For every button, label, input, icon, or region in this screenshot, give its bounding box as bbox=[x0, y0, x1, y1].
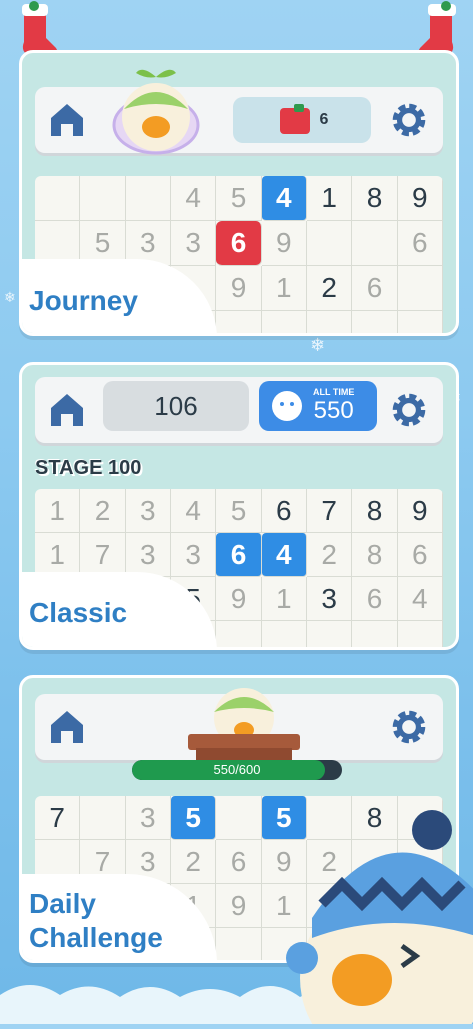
mascot-avatar bbox=[110, 65, 202, 157]
grid-cell[interactable] bbox=[80, 796, 126, 840]
grid-cell[interactable] bbox=[352, 221, 398, 266]
grid-cell[interactable] bbox=[352, 621, 398, 647]
grid-cell[interactable]: 6 bbox=[261, 489, 307, 533]
grid-cell[interactable]: 4 bbox=[261, 176, 307, 221]
mascot-knit-hat bbox=[282, 808, 473, 1029]
grid-cell[interactable] bbox=[398, 621, 443, 647]
journey-panel[interactable]: 6 45418953369649126 Journey bbox=[19, 50, 459, 336]
snowflake-icon: ❄ bbox=[4, 290, 16, 306]
daily-label-line1: Daily bbox=[29, 888, 96, 919]
grid-cell[interactable]: 9 bbox=[397, 489, 443, 533]
settings-gear-icon[interactable] bbox=[387, 98, 431, 142]
all-time-box: ALL TIME 550 bbox=[259, 381, 377, 431]
grid-cell[interactable]: 3 bbox=[125, 533, 171, 577]
all-time-value: 550 bbox=[313, 397, 354, 424]
grid-cell[interactable] bbox=[352, 311, 398, 333]
progress-bar: 550/600 bbox=[132, 760, 342, 780]
classic-topbar: 106 ALL TIME 550 bbox=[35, 377, 443, 443]
all-time-label: ALL TIME bbox=[313, 387, 355, 397]
grid-cell[interactable]: 1 bbox=[35, 489, 81, 533]
grid-cell[interactable] bbox=[216, 796, 262, 840]
grid-cell[interactable] bbox=[216, 621, 262, 647]
grid-cell[interactable]: 3 bbox=[125, 489, 171, 533]
grid-cell[interactable]: 4 bbox=[170, 489, 217, 533]
snowflake-icon: ❄ bbox=[310, 335, 326, 356]
gift-card-icon bbox=[279, 104, 310, 134]
grid-cell[interactable] bbox=[35, 176, 81, 221]
grid-cell[interactable]: 9 bbox=[216, 577, 262, 621]
daily-label-line2: Challenge bbox=[29, 922, 163, 953]
score-box: 106 bbox=[103, 381, 249, 431]
grid-cell[interactable]: 6 bbox=[352, 577, 398, 621]
grid-cell[interactable]: 6 bbox=[216, 840, 262, 884]
grid-cell[interactable]: 3 bbox=[306, 577, 353, 621]
grid-cell[interactable] bbox=[80, 176, 126, 221]
grid-cell[interactable] bbox=[125, 176, 171, 221]
grid-cell[interactable]: 5 bbox=[216, 176, 262, 221]
grid-cell[interactable]: 6 bbox=[397, 221, 443, 266]
settings-gear-icon[interactable] bbox=[387, 388, 431, 432]
grid-cell[interactable]: 7 bbox=[80, 533, 126, 577]
journey-label: Journey bbox=[29, 285, 138, 316]
grid-cell[interactable] bbox=[306, 221, 353, 266]
grid-cell[interactable]: 6 bbox=[216, 221, 262, 266]
grid-cell[interactable]: 6 bbox=[352, 266, 398, 311]
grid-cell[interactable]: 4 bbox=[397, 577, 443, 621]
grid-cell[interactable]: 9 bbox=[397, 176, 443, 221]
grid-cell[interactable]: 6 bbox=[216, 533, 262, 577]
grid-cell[interactable]: 5 bbox=[170, 796, 217, 840]
settings-gear-icon[interactable] bbox=[387, 705, 431, 749]
grid-cell[interactable]: 2 bbox=[306, 533, 353, 577]
grid-cell[interactable]: 4 bbox=[261, 533, 307, 577]
reward-counter: 6 bbox=[233, 97, 371, 143]
stage-label: STAGE 100 bbox=[35, 457, 142, 479]
grid-cell[interactable]: 6 bbox=[397, 533, 443, 577]
grid-cell[interactable] bbox=[262, 311, 307, 333]
grid-cell[interactable]: 2 bbox=[80, 489, 126, 533]
grid-cell[interactable] bbox=[397, 266, 443, 311]
grid-cell[interactable] bbox=[398, 311, 443, 333]
grid-cell[interactable]: 9 bbox=[261, 221, 307, 266]
home-icon[interactable] bbox=[45, 98, 89, 142]
grid-cell[interactable]: 5 bbox=[216, 489, 262, 533]
grid-cell[interactable]: 8 bbox=[352, 489, 398, 533]
home-icon[interactable] bbox=[45, 705, 89, 749]
grid-cell[interactable]: 3 bbox=[170, 221, 217, 266]
grid-cell[interactable]: 7 bbox=[306, 489, 353, 533]
grid-cell[interactable]: 9 bbox=[216, 266, 262, 311]
grid-cell[interactable] bbox=[216, 311, 262, 333]
grid-cell[interactable]: 8 bbox=[352, 533, 398, 577]
grid-cell[interactable]: 1 bbox=[261, 577, 307, 621]
journey-topbar: 6 bbox=[35, 87, 443, 153]
grid-cell[interactable]: 3 bbox=[125, 796, 171, 840]
progress-text: 550/600 bbox=[213, 762, 261, 777]
grid-cell[interactable]: 2 bbox=[170, 840, 217, 884]
grid-cell[interactable]: 4 bbox=[170, 176, 217, 221]
classic-panel[interactable]: 106 ALL TIME 550 STAGE 100 1234567891733… bbox=[19, 362, 459, 650]
grid-cell[interactable]: 7 bbox=[35, 796, 81, 840]
grid-cell[interactable]: 1 bbox=[306, 176, 353, 221]
grid-cell[interactable] bbox=[307, 311, 353, 333]
grid-cell[interactable]: 1 bbox=[261, 266, 307, 311]
current-score: 106 bbox=[154, 390, 198, 421]
grid-cell[interactable] bbox=[216, 928, 262, 960]
star-badge-icon bbox=[272, 391, 302, 421]
grid-cell[interactable] bbox=[307, 621, 353, 647]
grid-cell[interactable]: 8 bbox=[352, 176, 398, 221]
home-icon[interactable] bbox=[45, 388, 89, 432]
grid-cell[interactable]: 2 bbox=[306, 266, 353, 311]
grid-cell[interactable] bbox=[262, 621, 307, 647]
grid-cell[interactable]: 1 bbox=[35, 533, 81, 577]
grid-cell[interactable]: 9 bbox=[216, 884, 262, 928]
grid-cell[interactable]: 3 bbox=[170, 533, 217, 577]
reward-count: 6 bbox=[319, 111, 329, 128]
classic-label: Classic bbox=[29, 597, 128, 628]
